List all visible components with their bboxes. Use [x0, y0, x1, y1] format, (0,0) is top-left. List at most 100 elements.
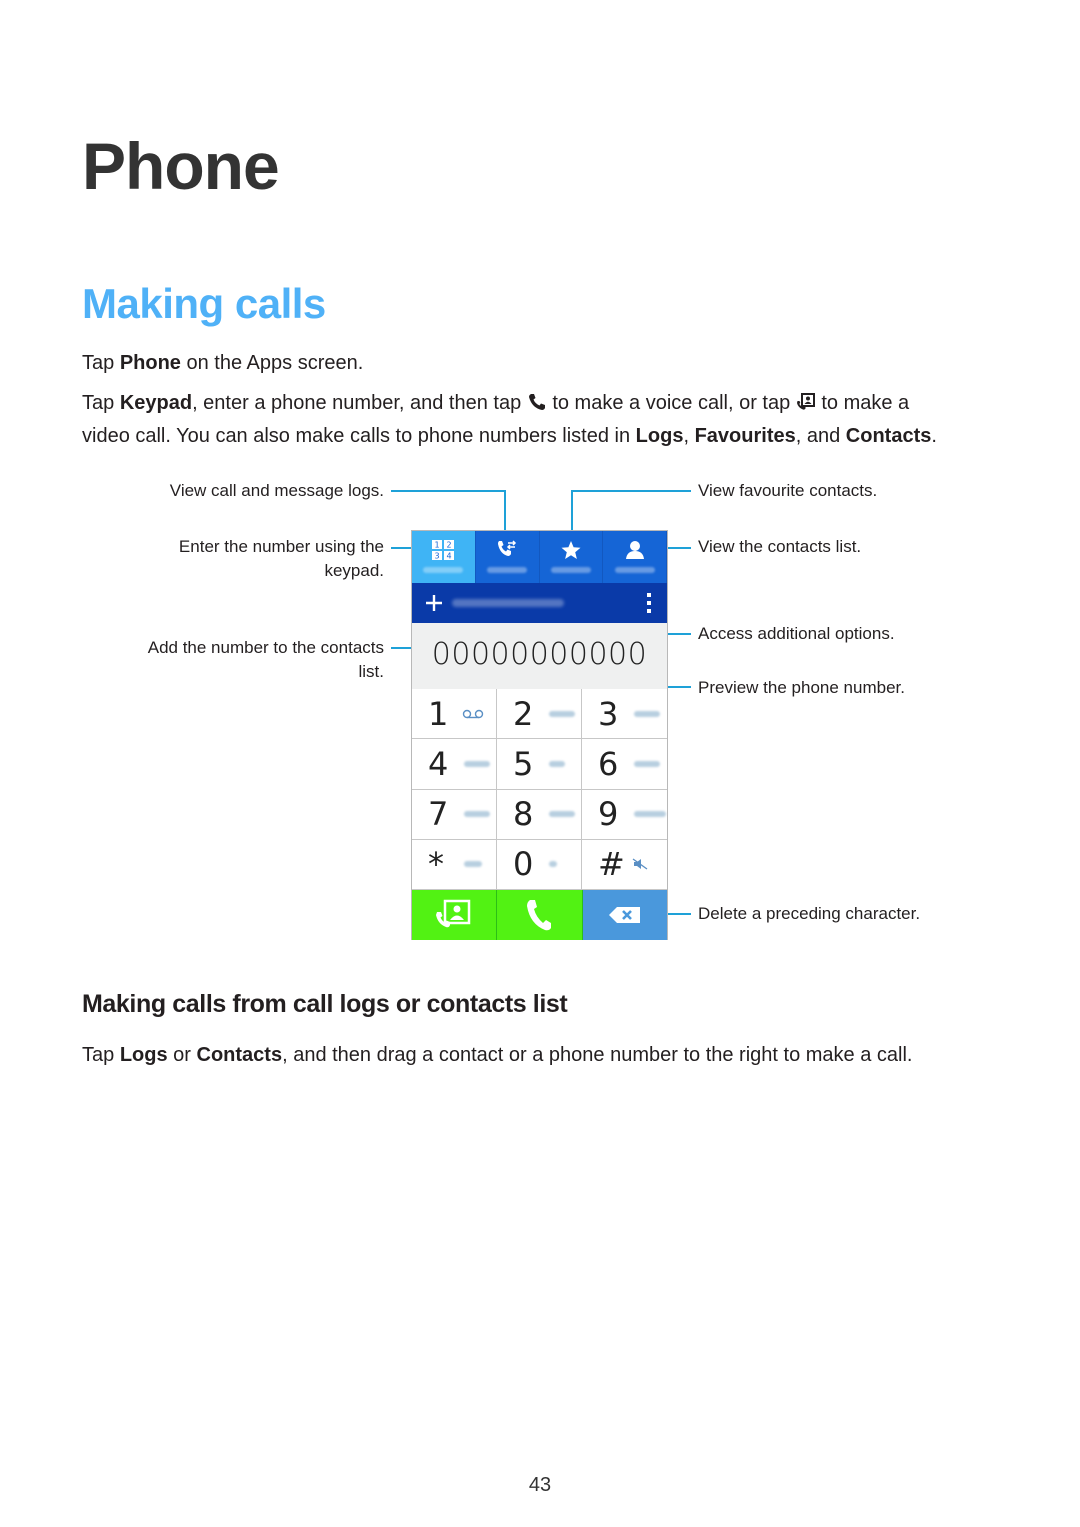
text: keypad.: [324, 561, 384, 580]
tab-keypad[interactable]: 1 2 3 4: [412, 531, 476, 583]
key-digit: 0: [513, 845, 534, 884]
bold-logs: Logs: [119, 1044, 168, 1066]
add-to-contacts-label-blurred: [452, 599, 564, 607]
text: video call. You can also make calls to p…: [82, 425, 636, 447]
text: to make a voice call, or tap: [546, 392, 796, 414]
delete-button[interactable]: [582, 890, 667, 940]
leader-line-logs-v: [504, 490, 506, 534]
contact-icon: [625, 541, 644, 559]
phone-handset-icon: [528, 394, 545, 410]
text: list.: [358, 662, 385, 681]
leader-line-fav-v: [571, 490, 573, 534]
bold-contacts: Contacts: [196, 1044, 283, 1066]
text: , and then drag a contact or a phone num…: [282, 1044, 913, 1066]
keypad-icon: 1 2 3 4: [432, 540, 455, 561]
video-call-icon: [796, 393, 815, 410]
key-9[interactable]: 9: [582, 790, 667, 840]
key-0[interactable]: 0: [497, 839, 582, 890]
key-letters-blurred: [464, 811, 490, 818]
keypad: 1 2 3 4 5 6 7 8 9 * 0 #: [412, 689, 667, 890]
tab-logs[interactable]: [475, 531, 540, 583]
star-icon: [561, 541, 581, 559]
callout-options: Access additional options.: [698, 624, 895, 643]
bold-logs: Logs: [635, 425, 684, 447]
key-1[interactable]: 1: [412, 689, 497, 740]
voice-call-button[interactable]: [497, 890, 583, 940]
key-7[interactable]: 7: [412, 789, 497, 840]
more-options-icon[interactable]: [645, 592, 653, 614]
callout-contacts: View the contacts list.: [698, 537, 862, 556]
key-hash[interactable]: #: [582, 840, 667, 890]
key-letters-blurred: [549, 760, 565, 767]
key-letters-blurred: [464, 760, 490, 767]
svg-text:1: 1: [435, 541, 440, 550]
key-digit: 7: [428, 795, 449, 834]
svg-text:2: 2: [447, 541, 452, 550]
page-title: Phone: [82, 129, 280, 203]
key-6[interactable]: 6: [582, 739, 667, 790]
text: ,: [683, 425, 695, 447]
backspace-icon: [608, 907, 640, 923]
tab-label-blurred: [487, 567, 528, 573]
voicemail-icon: [462, 709, 484, 718]
key-letters-blurred: [634, 811, 666, 818]
text: Tap: [82, 392, 120, 414]
logs-icon: [498, 540, 517, 556]
key-digit: 5: [513, 744, 534, 783]
tab-contacts[interactable]: [603, 531, 667, 583]
key-letters-blurred: [464, 861, 482, 868]
key-digit: #: [598, 845, 625, 884]
text: , enter a phone number, and then tap: [192, 392, 527, 414]
callout-logs: View call and message logs.: [169, 481, 384, 500]
tab-label-blurred: [550, 567, 591, 573]
bottom-actions: [412, 890, 667, 940]
section-title: Making calls: [82, 280, 326, 327]
key-digit: 6: [598, 744, 619, 783]
key-letters-blurred: [549, 861, 557, 868]
key-letters-blurred: [549, 710, 575, 717]
key-digit: 1: [428, 694, 449, 733]
callout-delete: Delete a preceding character.: [698, 904, 921, 923]
video-call-button[interactable]: [412, 890, 498, 940]
key-2[interactable]: 2: [497, 689, 582, 740]
tab-label-blurred: [614, 567, 655, 573]
bold-contacts: Contacts: [845, 425, 932, 447]
svg-text:4: 4: [447, 552, 452, 561]
key-digit: 4: [428, 744, 449, 783]
phone-screenshot: 1 2 3 4 00000000000 1 2 3 4 5 6 7 8 9 * …: [411, 530, 668, 940]
key-digit: 8: [513, 795, 534, 834]
text: on the Apps screen.: [180, 352, 364, 374]
tab-favourites[interactable]: [539, 531, 604, 583]
add-contact-icon[interactable]: [424, 593, 444, 613]
key-3[interactable]: 3: [582, 689, 667, 740]
text: , and: [795, 425, 846, 447]
text: Tap: [82, 352, 120, 374]
key-star[interactable]: *: [412, 839, 497, 890]
svg-text:3: 3: [435, 552, 440, 561]
key-4[interactable]: 4: [412, 739, 497, 790]
key-letters-blurred: [634, 760, 660, 767]
text: to make a: [815, 392, 910, 414]
action-bar: [412, 583, 667, 623]
video-call-icon: [436, 899, 471, 928]
tab-label-blurred: [423, 567, 464, 573]
phone-number-preview: 00000000000: [431, 637, 648, 672]
key-5[interactable]: 5: [497, 739, 582, 790]
tab-bar: 1 2 3 4: [412, 531, 667, 583]
phone-handset-icon: [527, 900, 552, 931]
leader-line-logs-h: [391, 490, 506, 492]
leader-line-fav-h: [571, 490, 691, 492]
key-digit: *: [428, 845, 444, 884]
key-letters-blurred: [634, 710, 660, 717]
number-display: 00000000000: [412, 623, 667, 689]
callout-keypad: Enter the number using the keypad.: [84, 535, 384, 583]
text: Add the number to the contacts: [147, 638, 384, 657]
key-8[interactable]: 8: [497, 789, 582, 840]
key-digit: 9: [598, 795, 619, 834]
intro-line-1: Tap Phone on the Apps screen.: [82, 347, 363, 380]
bold-keypad: Keypad: [119, 392, 193, 414]
key-letters-blurred: [549, 811, 575, 818]
text: .: [931, 425, 937, 447]
key-digit: 3: [598, 694, 619, 733]
callout-preview: Preview the phone number.: [698, 678, 905, 697]
